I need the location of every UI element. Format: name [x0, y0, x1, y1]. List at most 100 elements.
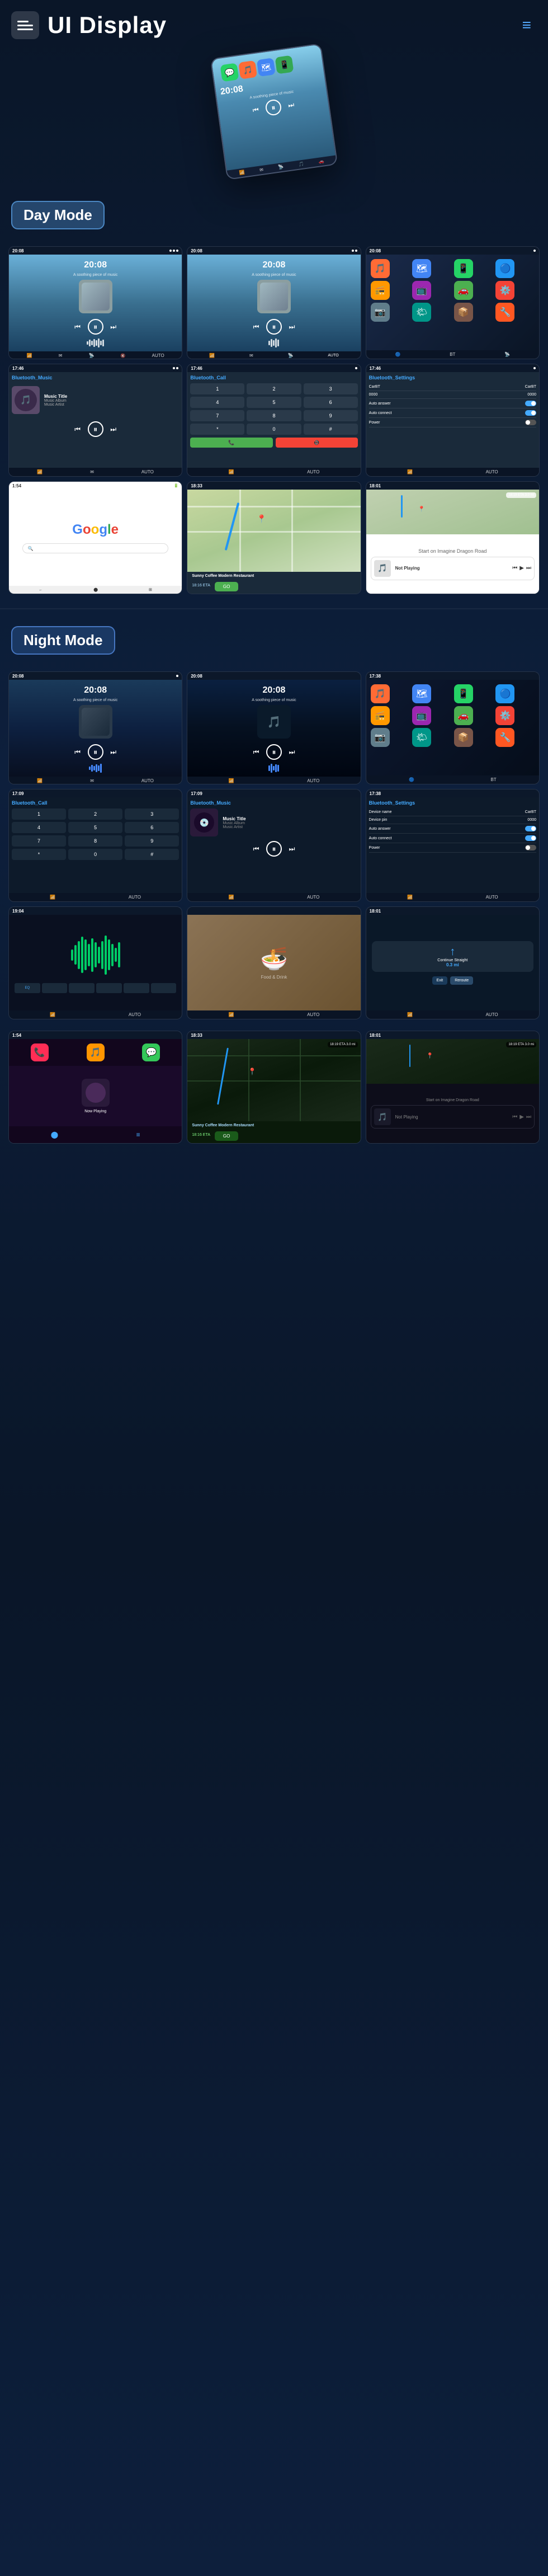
night-np-controls[interactable]: ⏮ ▶ ⏭	[512, 1114, 531, 1120]
eq-3[interactable]	[69, 983, 95, 993]
next-2[interactable]: ⏭	[286, 321, 297, 332]
night-controls-2[interactable]: ⏮ ⏸ ⏭	[251, 744, 297, 760]
app-phone[interactable]: 📱	[454, 259, 473, 278]
napp-weather[interactable]: 🌤	[412, 728, 431, 747]
home-btn-7[interactable]: ⬤	[93, 587, 98, 592]
napp-phone[interactable]: 📱	[454, 684, 473, 703]
app-radio[interactable]: 📻	[371, 281, 390, 300]
napp-carplay[interactable]: 🚗	[454, 706, 473, 725]
night-bt-controls[interactable]: ⏮ ⏸ ⏭	[190, 841, 357, 857]
night-controls-1[interactable]: ⏮ ⏸ ⏭	[72, 744, 119, 760]
ndial-8[interactable]: 8	[68, 835, 122, 847]
apps-btn-7[interactable]: ⊞	[149, 587, 152, 592]
prev-1[interactable]: ⏮	[72, 321, 83, 332]
night-np-prev[interactable]: ⏮	[512, 1114, 517, 1120]
play-1[interactable]: ⏸	[88, 319, 103, 335]
ndial-4[interactable]: 4	[12, 822, 66, 833]
nav-exit-btn[interactable]: Exit	[432, 976, 448, 985]
napp-extra2[interactable]: 🔧	[495, 728, 514, 747]
play-2[interactable]: ⏸	[266, 319, 282, 335]
end-call-btn[interactable]: 📵	[276, 438, 358, 448]
eq-5[interactable]	[124, 983, 149, 993]
np-next[interactable]: ⏭	[526, 565, 531, 571]
ndial-3[interactable]: 3	[125, 808, 179, 820]
call-btn[interactable]: 📞	[190, 438, 272, 448]
nauto-connect-toggle[interactable]	[525, 835, 536, 841]
napp-extra1[interactable]: 📦	[454, 728, 473, 747]
dial-2[interactable]: 2	[247, 383, 301, 394]
power-toggle[interactable]	[525, 420, 536, 425]
back-btn-7[interactable]: ←	[39, 588, 42, 592]
player-controls-1[interactable]: ⏮ ⏸ ⏭	[72, 319, 119, 335]
cp-home[interactable]: ⬤	[51, 1131, 58, 1139]
napp-camera[interactable]: 📷	[371, 728, 390, 747]
dial-0[interactable]: 0	[247, 424, 301, 435]
bt-music-controls[interactable]: ⏮ ⏸ ⏭	[12, 421, 179, 437]
app-weather[interactable]: 🌤	[412, 303, 431, 322]
dial-hash[interactable]: #	[304, 424, 358, 435]
night-prev-2[interactable]: ⏮	[251, 746, 262, 758]
nbtplay[interactable]: ⏸	[266, 841, 282, 857]
prev-2[interactable]: ⏮	[251, 321, 262, 332]
bt-next[interactable]: ⏭	[108, 424, 119, 435]
ndial-7[interactable]: 7	[12, 835, 66, 847]
ndial-hash[interactable]: #	[125, 849, 179, 860]
menu-icon[interactable]	[11, 11, 39, 39]
ndial-6[interactable]: 6	[125, 822, 179, 833]
app-bt[interactable]: 🔵	[495, 259, 514, 278]
dial-1[interactable]: 1	[190, 383, 244, 394]
dial-5[interactable]: 5	[247, 397, 301, 408]
ndial-star[interactable]: *	[12, 849, 66, 860]
nav-menu-icon[interactable]: ≡	[522, 16, 531, 34]
night-play-1[interactable]: ⏸	[88, 744, 103, 760]
dial-star[interactable]: *	[190, 424, 244, 435]
napp-music[interactable]: 🎵	[371, 684, 390, 703]
np-play[interactable]: ▶	[519, 565, 524, 571]
napp-settings[interactable]: ⚙️	[495, 706, 514, 725]
np-prev[interactable]: ⏮	[512, 565, 517, 571]
app-camera[interactable]: 📷	[371, 303, 390, 322]
night-np-next[interactable]: ⏭	[526, 1114, 531, 1120]
app-settings[interactable]: ⚙️	[495, 281, 514, 300]
cp-phone[interactable]: 📞	[31, 1043, 49, 1061]
bt-prev[interactable]: ⏮	[72, 424, 83, 435]
npower-toggle[interactable]	[525, 845, 536, 850]
nauto-answer-toggle[interactable]	[525, 826, 536, 831]
night-np-play[interactable]: ▶	[519, 1114, 524, 1120]
night-play-2[interactable]: ⏸	[266, 744, 282, 760]
night-next-2[interactable]: ⏭	[286, 746, 297, 758]
night-prev-1[interactable]: ⏮	[72, 746, 83, 758]
ndial-1[interactable]: 1	[12, 808, 66, 820]
google-search-bar[interactable]: 🔍	[22, 543, 168, 553]
play-pause-btn[interactable]: ⏸	[264, 98, 282, 116]
auto-answer-toggle[interactable]	[525, 401, 536, 406]
napp-bt[interactable]: 🔵	[495, 684, 514, 703]
dial-4[interactable]: 4	[190, 397, 244, 408]
nbtn[interactable]: ⏭	[286, 843, 297, 854]
app-video[interactable]: 📺	[412, 281, 431, 300]
cp-messages[interactable]: 💬	[142, 1043, 160, 1061]
ndial-0[interactable]: 0	[68, 849, 122, 860]
app-music[interactable]: 🎵	[371, 259, 390, 278]
eq-2[interactable]	[42, 983, 68, 993]
dial-3[interactable]: 3	[304, 383, 358, 394]
eq-1[interactable]: EQ	[15, 983, 40, 993]
bt-play[interactable]: ⏸	[88, 421, 103, 437]
napp-nav[interactable]: 🗺	[412, 684, 431, 703]
cp-menu[interactable]: ≡	[136, 1131, 140, 1139]
nbtp[interactable]: ⏮	[251, 843, 262, 854]
app-extra2[interactable]: 🔧	[495, 303, 514, 322]
ndial-2[interactable]: 2	[68, 808, 122, 820]
ndial-5[interactable]: 5	[68, 822, 122, 833]
prev-btn[interactable]: ⏮	[249, 104, 262, 116]
auto-connect-toggle[interactable]	[525, 410, 536, 416]
app-extra1[interactable]: 📦	[454, 303, 473, 322]
dial-8[interactable]: 8	[247, 410, 301, 421]
dial-6[interactable]: 6	[304, 397, 358, 408]
night-go-button[interactable]: GO	[215, 1131, 238, 1141]
next-btn[interactable]: ⏭	[285, 98, 297, 111]
app-carplay[interactable]: 🚗	[454, 281, 473, 300]
napp-radio[interactable]: 📻	[371, 706, 390, 725]
night-next-1[interactable]: ⏭	[108, 746, 119, 758]
player-controls-2[interactable]: ⏮ ⏸ ⏭	[251, 319, 297, 335]
